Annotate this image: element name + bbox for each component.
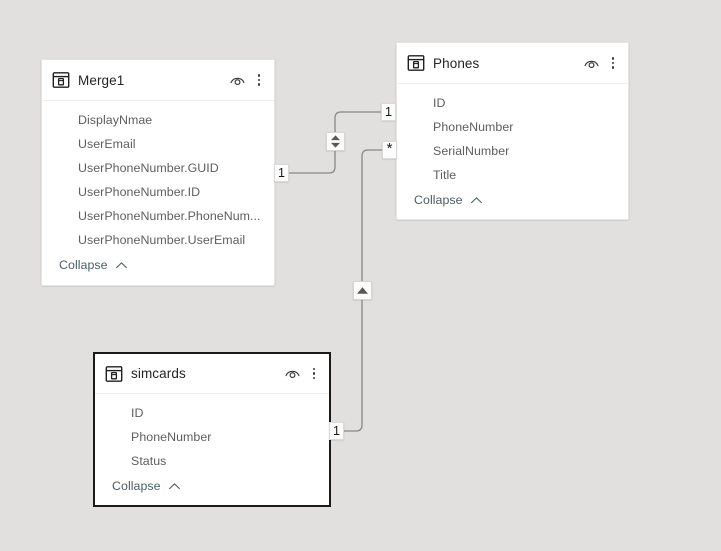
field-item[interactable]: Title: [397, 163, 628, 187]
cross-filter-both-directions-marker[interactable]: [326, 132, 345, 151]
chevron-up-icon: [470, 196, 482, 203]
cardinality-badge-simcards[interactable]: 1: [329, 422, 344, 440]
table-card-header[interactable]: Phones: [397, 43, 628, 84]
collapse-label: Collapse: [59, 258, 108, 272]
kebab-dot: [257, 83, 261, 86]
table-card-header[interactable]: simcards: [95, 354, 329, 394]
cardinality-badge-merge1[interactable]: 1: [274, 164, 289, 182]
field-item[interactable]: PhoneNumber: [95, 425, 329, 449]
single-direction-up-icon: [357, 287, 368, 294]
field-item[interactable]: Status: [95, 449, 329, 473]
kebab-dot: [611, 61, 615, 65]
kebab-menu-icon[interactable]: [253, 72, 265, 89]
kebab-dot: [611, 57, 615, 60]
table-card-phones[interactable]: Phones ID PhoneNumber SerialNumber Title…: [396, 42, 629, 220]
chevron-up-icon: [168, 482, 180, 489]
table-header-actions[interactable]: [284, 365, 320, 382]
kebab-dot: [257, 78, 261, 82]
collapse-label: Collapse: [414, 193, 463, 207]
table-title: simcards: [131, 366, 186, 381]
table-card-header[interactable]: Merge1: [42, 60, 274, 101]
eye-icon[interactable]: [229, 72, 246, 89]
kebab-dot: [257, 74, 261, 77]
cardinality-badge-phones-one[interactable]: 1: [381, 103, 396, 121]
collapse-label: Collapse: [112, 479, 161, 493]
eye-icon[interactable]: [583, 55, 600, 72]
kebab-dot: [312, 376, 316, 380]
kebab-dot: [312, 372, 316, 375]
kebab-dot: [312, 367, 316, 371]
collapse-button[interactable]: Collapse: [42, 252, 274, 281]
table-header-actions[interactable]: [229, 72, 265, 89]
table-icon: [52, 72, 70, 88]
table-card-simcards[interactable]: simcards ID PhoneNumber Status Collapse: [93, 352, 331, 507]
collapse-button[interactable]: Collapse: [397, 187, 628, 216]
kebab-menu-icon[interactable]: [308, 365, 320, 382]
field-list: ID PhoneNumber SerialNumber Title: [397, 84, 628, 187]
field-item[interactable]: UserEmail: [42, 132, 274, 156]
table-header-actions[interactable]: [583, 55, 619, 72]
field-list: ID PhoneNumber Status: [95, 394, 329, 473]
kebab-menu-icon[interactable]: [607, 55, 619, 72]
model-diagram-canvas[interactable]: Merge1 DisplayNmae UserEmail UserPhoneNu…: [0, 0, 721, 551]
both-directions-icon: [331, 135, 340, 148]
field-item[interactable]: ID: [95, 401, 329, 425]
table-icon: [407, 55, 425, 71]
table-card-merge1[interactable]: Merge1 DisplayNmae UserEmail UserPhoneNu…: [41, 59, 275, 286]
table-icon: [105, 365, 123, 382]
field-item[interactable]: UserPhoneNumber.ID: [42, 180, 274, 204]
cross-filter-single-direction-marker[interactable]: [353, 281, 372, 300]
field-item[interactable]: ID: [397, 91, 628, 115]
field-item[interactable]: UserPhoneNumber.UserEmail: [42, 228, 274, 252]
field-list: DisplayNmae UserEmail UserPhoneNumber.GU…: [42, 101, 274, 252]
field-item[interactable]: DisplayNmae: [42, 108, 274, 132]
table-title: Phones: [433, 55, 480, 71]
eye-icon[interactable]: [284, 365, 301, 382]
field-item[interactable]: UserPhoneNumber.PhoneNum...: [42, 204, 274, 228]
collapse-button[interactable]: Collapse: [95, 473, 329, 502]
chevron-up-icon: [115, 261, 127, 268]
field-item[interactable]: UserPhoneNumber.GUID: [42, 156, 274, 180]
table-title: Merge1: [78, 72, 125, 88]
kebab-dot: [611, 66, 615, 69]
field-item[interactable]: SerialNumber: [397, 139, 628, 163]
field-item[interactable]: PhoneNumber: [397, 115, 628, 139]
cardinality-badge-phones-many[interactable]: *: [382, 141, 397, 159]
